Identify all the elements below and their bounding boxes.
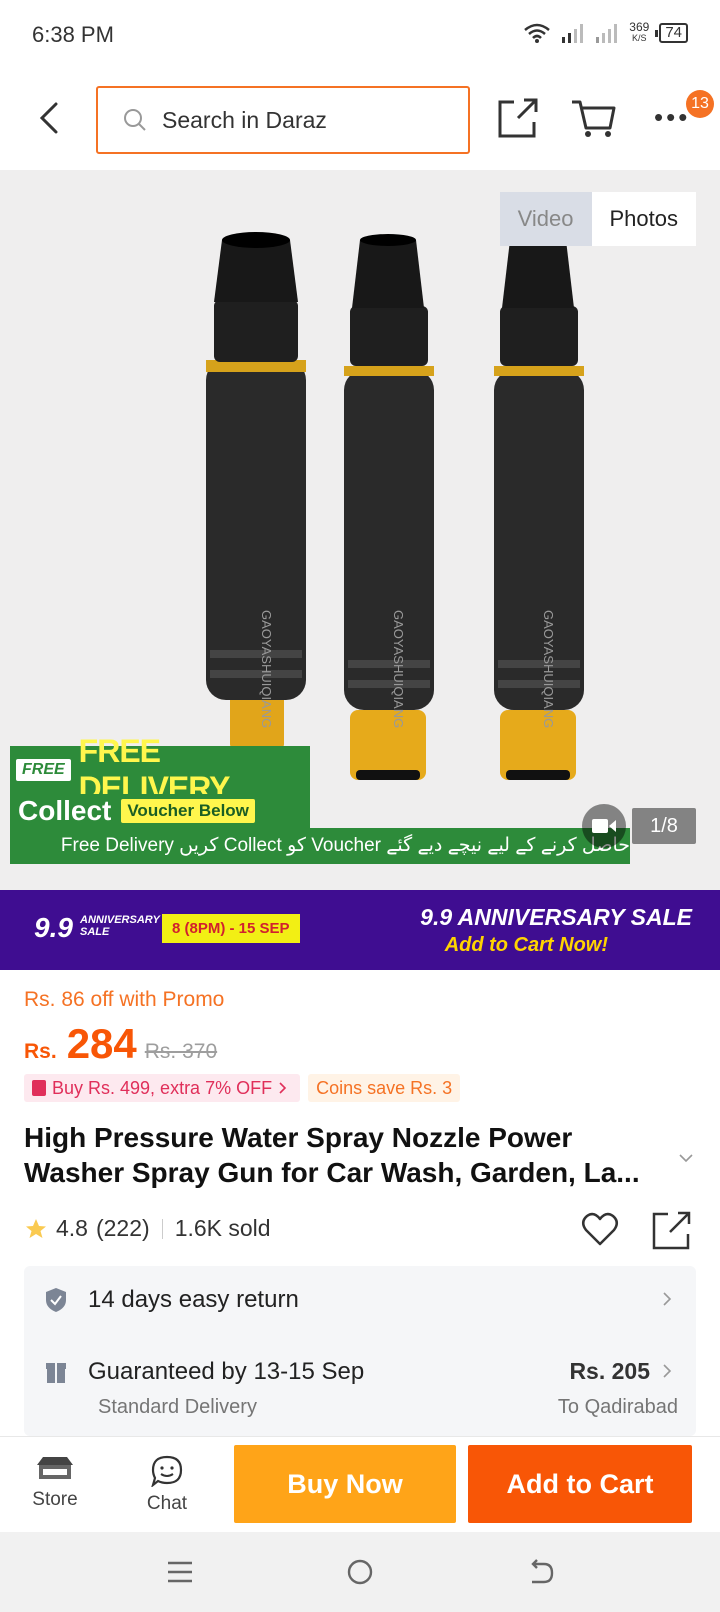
free-delivery-banner: FREE FREE DELIVERY Collect Voucher Below… <box>10 733 630 864</box>
tab-photos[interactable]: Photos <box>591 192 696 246</box>
collect-voucher-row: Collect Voucher Below <box>10 794 310 828</box>
bundle-discount-tag[interactable]: Buy Rs. 499, extra 7% OFF <box>24 1074 301 1102</box>
buy-now-button[interactable]: Buy Now <box>234 1445 456 1523</box>
chevron-right-icon <box>279 1082 287 1094</box>
star-icon <box>26 1218 46 1238</box>
sold-count: 1.6K sold <box>174 1215 271 1241</box>
promo-text[interactable]: Rs. 86 off with Promo <box>24 988 224 1012</box>
free-tag: FREE <box>16 759 71 781</box>
brand-print-3: GAOYASHUIQIANG <box>541 610 556 728</box>
rating-value: 4.8 <box>56 1215 88 1241</box>
add-to-cart-button[interactable]: Add to Cart <box>468 1445 692 1523</box>
delivery-guarantee-text: Guaranteed by 13-15 Sep <box>88 1358 365 1385</box>
rating-row[interactable]: 4.8 (222) 1.6K sold <box>24 1215 271 1242</box>
status-icons: 369 K/S 74 <box>523 20 688 44</box>
speed-value: 369 <box>629 20 650 34</box>
chat-button[interactable]: Chat <box>122 1447 212 1515</box>
store-label: Store <box>32 1489 78 1510</box>
image-counter: 1/8 <box>632 808 696 844</box>
return-policy-text: 14 days easy return <box>88 1286 299 1313</box>
store-button[interactable]: Store <box>10 1447 100 1511</box>
media-tabs: Video Photos <box>499 192 696 246</box>
signal-icon-2 <box>596 24 618 43</box>
collect-label: Collect <box>18 795 112 826</box>
delivery-row[interactable]: Guaranteed by 13-15 Sep <box>44 1358 364 1386</box>
status-bar: 6:38 PM 369 K/S 74 <box>0 0 720 72</box>
sale-date: 8 (8PM) - 15 SEP <box>162 914 300 943</box>
divider <box>161 1218 163 1239</box>
chat-icon <box>151 1455 183 1487</box>
chevron-right-icon[interactable] <box>660 1362 674 1380</box>
product-image-gallery[interactable]: GAOYASHUIQIANG GAOYASHUIQIANG GAOYASHUIQ… <box>0 170 720 890</box>
status-time: 6:38 PM <box>32 22 114 47</box>
urdu-instruction: حاصل کرنے کے لیے نیچے دیے گئے Voucher کو… <box>10 828 630 864</box>
cart-icon[interactable] <box>570 96 618 140</box>
brand-print-2: GAOYASHUIQIANG <box>391 610 406 728</box>
menu-icon[interactable] <box>164 1556 196 1588</box>
delivery-box-icon <box>46 1363 66 1383</box>
system-navigation-bar <box>0 1532 720 1612</box>
anniversary-sale-banner[interactable]: 9.9 ANNIVERSARY SALE 8 (8PM) - 15 SEP 9.9… <box>0 890 720 970</box>
voucher-below-label: Voucher Below <box>121 799 255 823</box>
price-row: Rs. 284 Rs. 370 <box>24 1020 217 1068</box>
promo-tags: Buy Rs. 499, extra 7% OFF Coins save Rs.… <box>24 1074 461 1102</box>
currency-label: Rs. <box>24 1040 57 1063</box>
sale-logo-line1: ANNIVERSARY <box>80 914 160 926</box>
signal-icon <box>562 24 584 43</box>
home-icon[interactable] <box>344 1556 376 1588</box>
chat-label: Chat <box>146 1493 188 1514</box>
more-options-icon[interactable]: ••• <box>654 102 690 133</box>
delivery-type: Standard Delivery <box>98 1396 257 1418</box>
delivery-destination: To Qadirabad <box>557 1396 678 1418</box>
service-info-panel: 14 days easy return Guaranteed by 13-15 … <box>24 1266 696 1436</box>
search-icon <box>124 109 146 131</box>
coins-tag: Coins save Rs. 3 <box>308 1074 461 1102</box>
sale-logo-line2: SALE <box>80 926 110 938</box>
ticket-icon <box>32 1080 46 1096</box>
chevron-down-icon[interactable] <box>676 1148 696 1168</box>
share-icon[interactable] <box>496 96 540 140</box>
back-icon[interactable] <box>524 1556 556 1588</box>
bundle-discount-text: Buy Rs. 499, extra 7% OFF <box>52 1078 273 1098</box>
video-play-icon[interactable] <box>582 804 626 848</box>
sale-logo-text: ANNIVERSARY SALE <box>80 914 160 938</box>
shield-check-icon <box>46 1288 66 1312</box>
share-icon-2[interactable] <box>652 1210 692 1250</box>
speed-unit: K/S <box>632 33 647 43</box>
return-policy-row[interactable]: 14 days easy return <box>44 1286 299 1314</box>
original-price: Rs. 370 <box>144 1040 218 1063</box>
notification-badge: 13 <box>686 90 714 118</box>
back-arrow-icon[interactable] <box>30 98 70 138</box>
chevron-right-icon[interactable] <box>660 1290 674 1308</box>
review-count: (222) <box>95 1215 150 1241</box>
bottom-action-bar: Store Chat Buy Now Add to Cart <box>0 1436 720 1532</box>
battery-indicator: 74 <box>655 23 688 43</box>
sale-headline: 9.9 ANNIVERSARY SALE <box>420 904 692 930</box>
search-placeholder: Search in Daraz <box>162 106 327 133</box>
store-icon <box>37 1457 73 1479</box>
brand-print-1: GAOYASHUIQIANG <box>259 610 274 728</box>
wifi-icon <box>524 23 551 43</box>
delivery-price: Rs. 205 <box>569 1358 650 1384</box>
wishlist-heart-icon[interactable] <box>580 1210 620 1250</box>
free-delivery-headline-row: FREE FREE DELIVERY <box>10 733 310 806</box>
search-input[interactable]: Search in Daraz <box>96 86 470 154</box>
sale-cta: Add to Cart Now! <box>444 934 608 956</box>
tab-video[interactable]: Video <box>499 192 592 246</box>
network-speed: 369 K/S <box>629 20 650 44</box>
current-price: 284 <box>66 1020 137 1067</box>
top-nav: Search in Daraz ••• 13 <box>0 72 720 168</box>
sale-logo-number: 9.9 <box>34 912 73 943</box>
product-title: High Pressure Water Spray Nozzle Power W… <box>24 1122 640 1188</box>
